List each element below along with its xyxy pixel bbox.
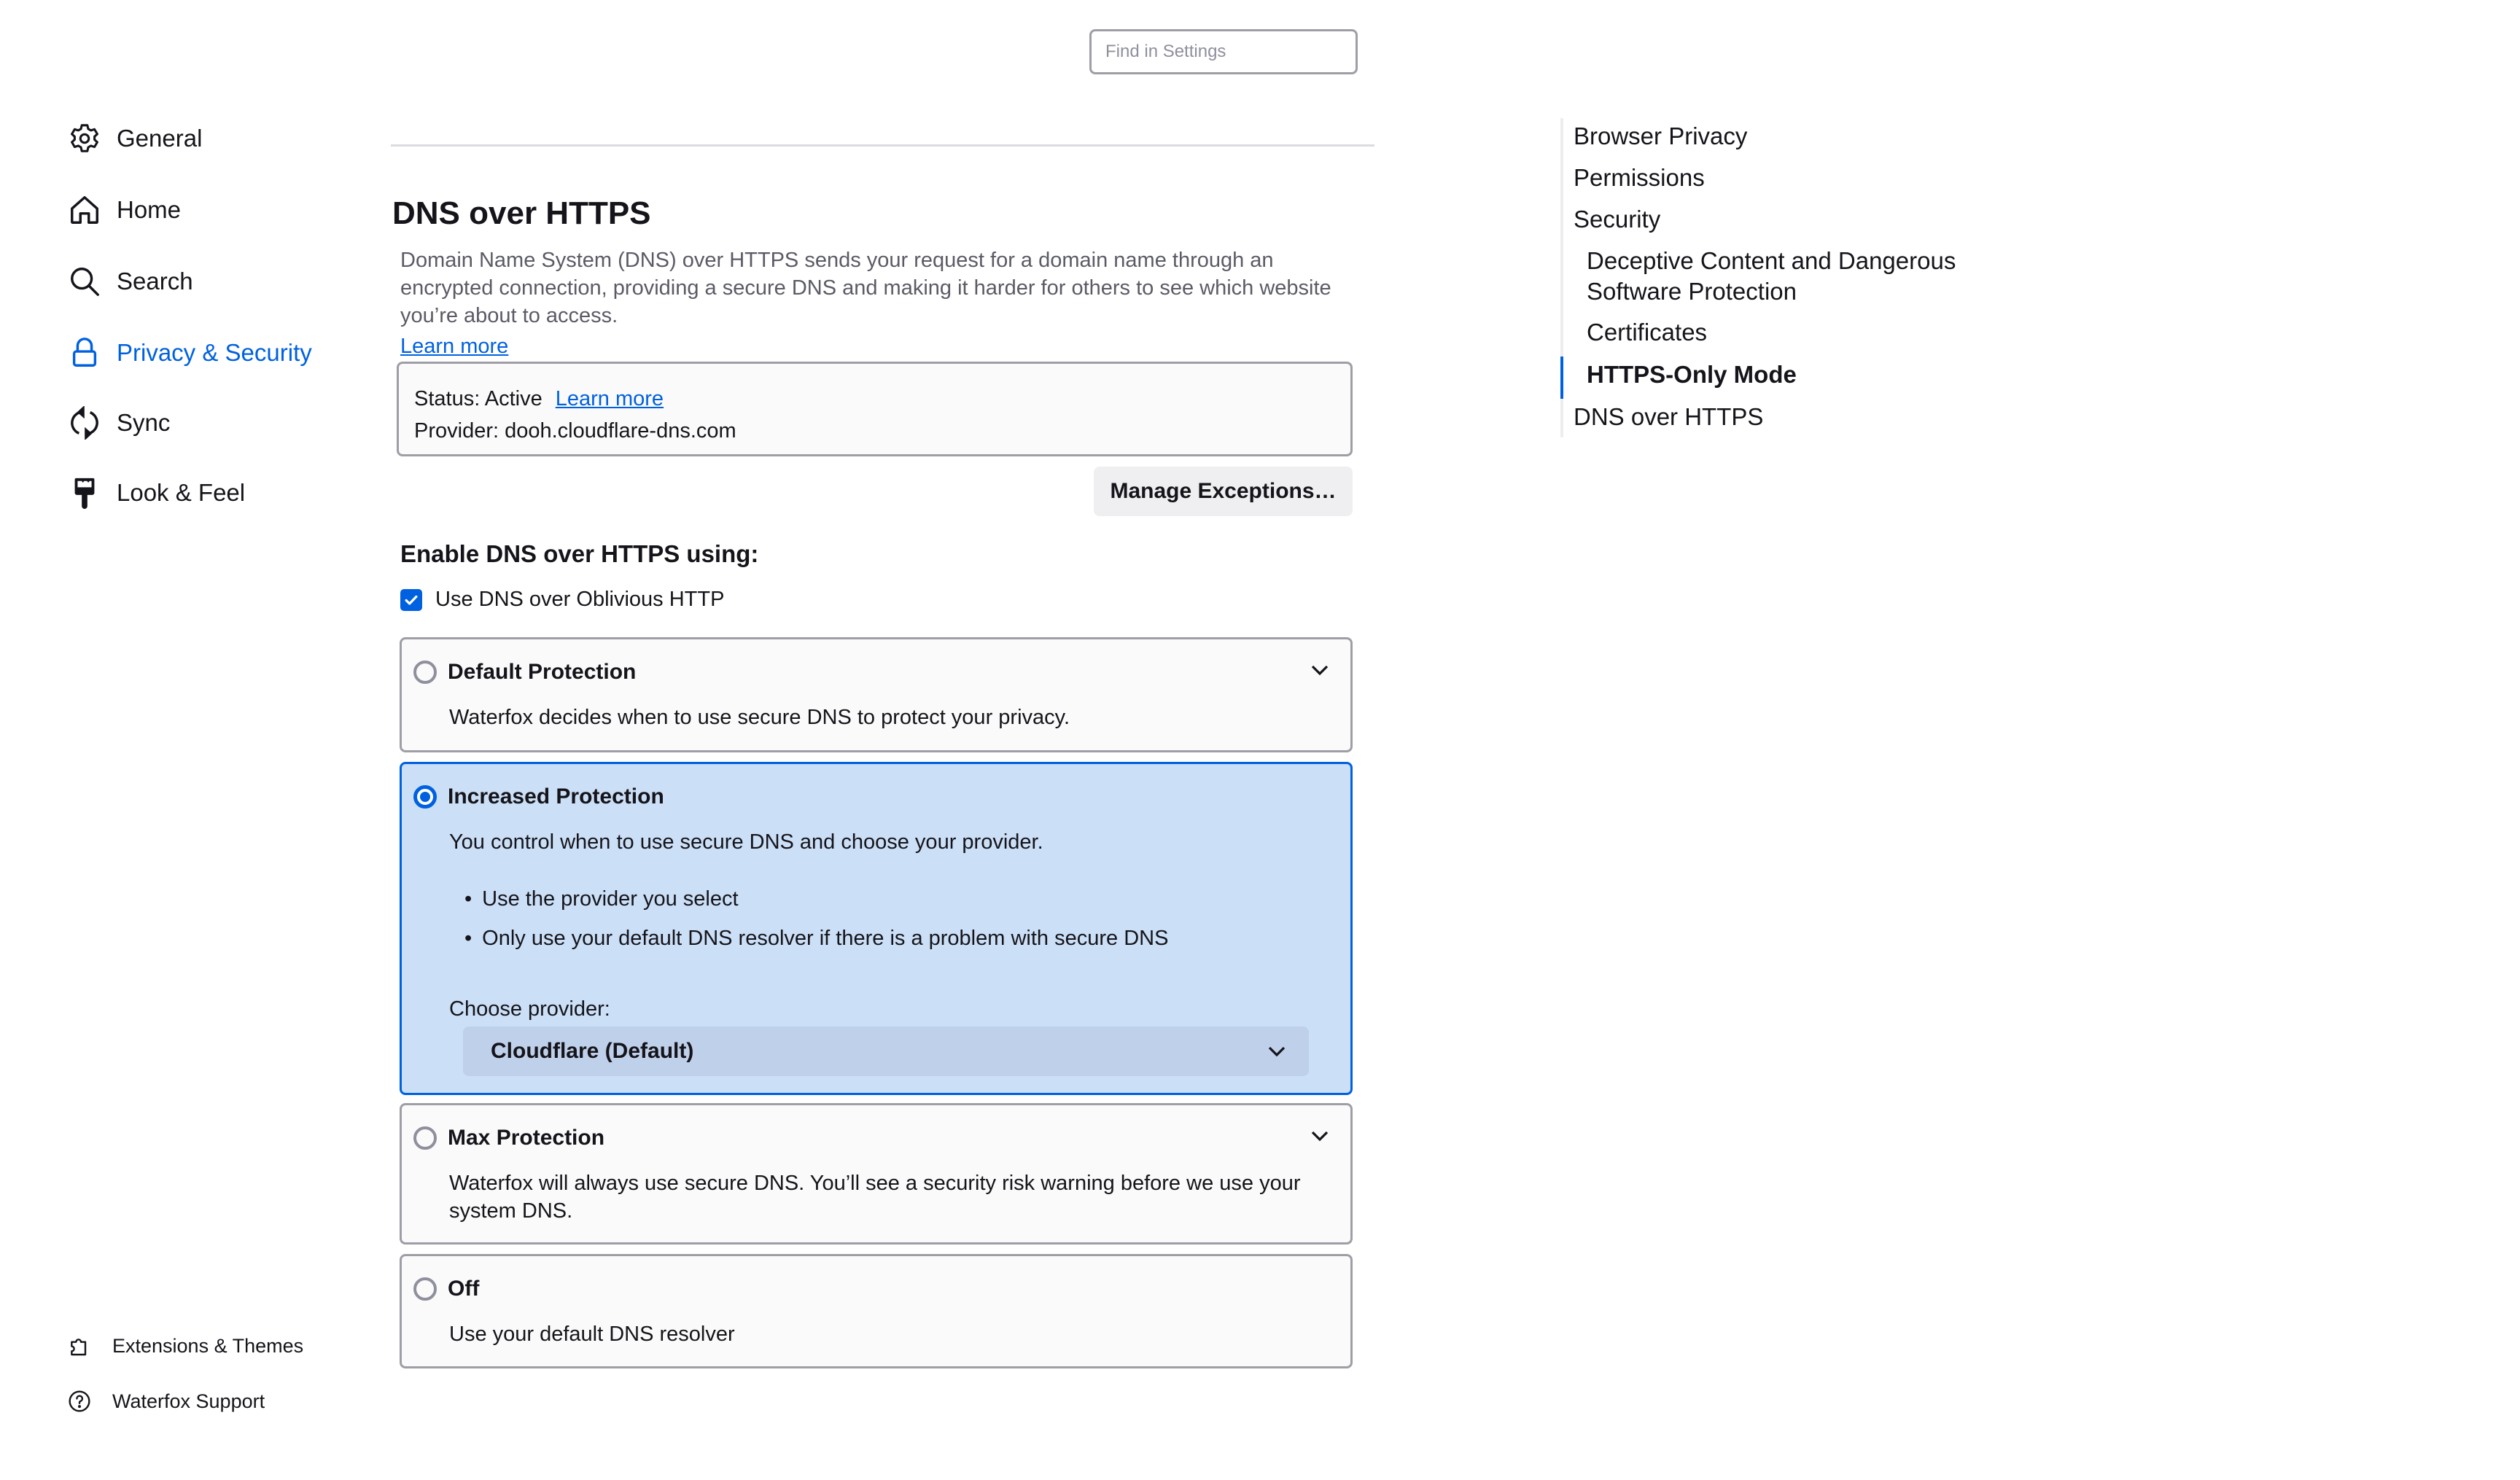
page-toc: Browser Privacy Permissions Security Dec… [1560,118,2071,437]
oblivious-http-label: Use DNS over Oblivious HTTP [435,588,725,611]
paintbrush-icon [67,475,102,510]
sidebar-item-label: Home [117,196,182,223]
status-text: Status: Active [414,387,542,410]
section-title: DNS over HTTPS [392,195,651,231]
sync-icon [67,405,102,440]
sidebar-item-privacy-security[interactable]: Privacy & Security [67,331,312,375]
manage-exceptions-button[interactable]: Manage Exceptions… [1094,467,1353,516]
checkmark-icon [405,595,418,605]
section-divider [391,144,1374,147]
sidebar-item-label: Privacy & Security [117,339,312,366]
status-learn-more-link[interactable]: Learn more [556,387,664,410]
toc-item-label-line2: Software Protection [1587,278,1797,305]
radio-increased[interactable] [413,785,437,809]
toc-item-label-line1: Deceptive Content and Dangerous [1587,247,1956,274]
option-title: Increased Protection [448,784,664,809]
toc-item-deceptive-content[interactable]: Deceptive Content and Dangerous Software… [1587,246,1956,307]
provider-selected-value: Cloudflare (Default) [491,1039,694,1063]
sidebar-item-label: Search [117,268,193,295]
oblivious-http-checkbox[interactable]: Use DNS over Oblivious HTTP [400,588,724,612]
option-bullet-list: Use the provider you select Only use you… [464,879,1168,958]
gear-icon [67,121,102,156]
option-header: Increased Protection [413,784,664,809]
section-description: Domain Name System (DNS) over HTTPS send… [400,249,1331,327]
bullet-item: Only use your default DNS resolver if th… [464,919,1168,958]
waterfox-support-link[interactable]: Waterfox Support [67,1385,265,1417]
option-title: Off [448,1277,480,1301]
option-description: Use your default DNS resolver [449,1323,735,1346]
learn-more-link[interactable]: Learn more [400,332,508,360]
option-default-protection[interactable]: Default Protection Waterfox decides when… [400,637,1353,752]
find-in-settings-input[interactable] [1105,42,1356,62]
sidebar-item-sync[interactable]: Sync [67,401,170,445]
provider-text: Provider: dooh.cloudflare-dns.com [414,419,736,443]
help-icon [67,1389,92,1414]
sidebar-item-general[interactable]: General [67,117,202,160]
sidebar: General Home Search Privacy & Security S… [0,0,365,1480]
sidebar-item-label: Sync [117,409,171,436]
option-description: Waterfox will always use secure DNS. You… [449,1172,1301,1223]
sidebar-item-label: General [117,125,203,152]
bullet-item: Use the provider you select [464,879,1168,919]
sidebar-item-label: Look & Feel [117,479,246,506]
option-title: Max Protection [448,1126,605,1150]
toc-active-indicator [1560,357,1563,399]
checkbox-checked[interactable] [400,588,422,611]
extensions-themes-link[interactable]: Extensions & Themes [67,1330,303,1362]
option-header: Off [413,1277,479,1301]
toc-item-https-only-mode[interactable]: HTTPS-Only Mode [1587,359,1797,390]
sidebar-item-look-feel[interactable]: Look & Feel [67,471,245,515]
puzzle-icon [67,1333,92,1358]
option-max-protection[interactable]: Max Protection Waterfox will always use … [400,1103,1353,1245]
toc-item-security[interactable]: Security [1574,204,1660,235]
toc-item-permissions[interactable]: Permissions [1574,163,1705,193]
lock-icon [67,335,102,370]
sidebar-item-home[interactable]: Home [67,188,181,232]
option-description: You control when to use secure DNS and c… [449,830,1043,854]
find-in-settings-field[interactable] [1089,29,1358,74]
toc-item-dns-over-https[interactable]: DNS over HTTPS [1574,402,1763,432]
toc-item-browser-privacy[interactable]: Browser Privacy [1574,121,1747,152]
option-off[interactable]: Off Use your default DNS resolver [400,1254,1353,1368]
toc-item-certificates[interactable]: Certificates [1587,317,1707,348]
choose-provider-label: Choose provider: [449,997,610,1021]
option-title: Default Protection [448,660,637,684]
home-icon [67,192,102,227]
option-increased-protection[interactable]: Increased Protection You control when to… [400,762,1353,1095]
chevron-down-icon[interactable] [1310,663,1330,677]
enable-doh-heading: Enable DNS over HTTPS using: [400,540,759,567]
option-header: Default Protection [413,660,636,685]
radio-max[interactable] [413,1126,437,1150]
dns-status-box: Status: Active Learn more Provider: dooh… [397,362,1353,456]
waterfox-support-label: Waterfox Support [112,1390,265,1412]
chevron-down-icon[interactable] [1310,1129,1330,1143]
provider-dropdown[interactable]: Cloudflare (Default) [463,1027,1309,1076]
chevron-down-icon [1268,1046,1286,1057]
radio-default[interactable] [413,661,437,684]
search-icon [67,264,102,299]
radio-off[interactable] [413,1277,437,1301]
option-description: Waterfox decides when to use secure DNS … [449,706,1070,729]
sidebar-item-search[interactable]: Search [67,260,193,303]
extensions-themes-label: Extensions & Themes [112,1334,304,1357]
option-header: Max Protection [413,1126,604,1150]
